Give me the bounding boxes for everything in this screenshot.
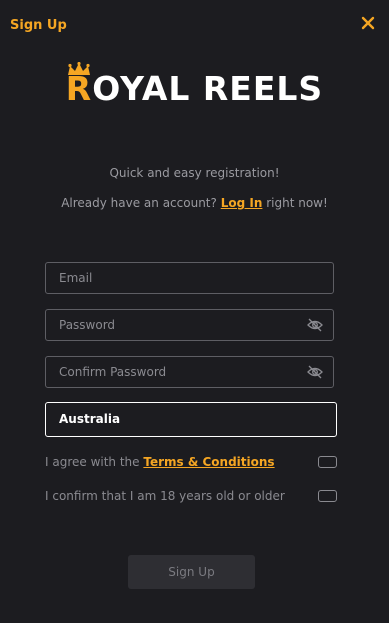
age-label: I confirm that I am 18 years old or olde… [45, 489, 285, 503]
terms-checkbox[interactable] [318, 456, 337, 468]
password-field[interactable] [46, 310, 333, 340]
terms-label: I agree with the Terms & Conditions [45, 455, 275, 469]
modal-title: Sign Up [10, 18, 67, 33]
crown-icon [67, 62, 90, 75]
confirm-password-field[interactable] [46, 357, 333, 387]
email-field[interactable] [46, 263, 333, 293]
logo-text: OYAL REELS [92, 69, 324, 108]
login-prompt-suffix: right now! [266, 196, 328, 210]
close-icon[interactable] [361, 16, 375, 30]
terms-checkbox-row: I agree with the Terms & Conditions [45, 455, 337, 471]
signup-button[interactable]: Sign Up [128, 555, 255, 589]
eye-off-icon[interactable] [307, 318, 323, 332]
login-prompt-prefix: Already have an account? [61, 196, 217, 210]
confirm-password-field-wrapper [45, 356, 334, 388]
login-prompt: Already have an account? Log In right no… [0, 196, 389, 210]
password-field-wrapper [45, 309, 334, 341]
login-link[interactable]: Log In [221, 196, 263, 210]
age-checkbox-row: I confirm that I am 18 years old or olde… [45, 489, 337, 505]
terms-label-prefix: I agree with the [45, 455, 140, 469]
terms-link[interactable]: Terms & Conditions [143, 455, 274, 469]
age-checkbox[interactable] [318, 490, 337, 502]
email-field-wrapper [45, 262, 334, 294]
brand-logo: ROYAL REELS [0, 62, 389, 108]
registration-tagline: Quick and easy registration! [109, 166, 280, 180]
country-select[interactable]: Australia [45, 402, 337, 437]
eye-off-icon[interactable] [307, 365, 323, 379]
